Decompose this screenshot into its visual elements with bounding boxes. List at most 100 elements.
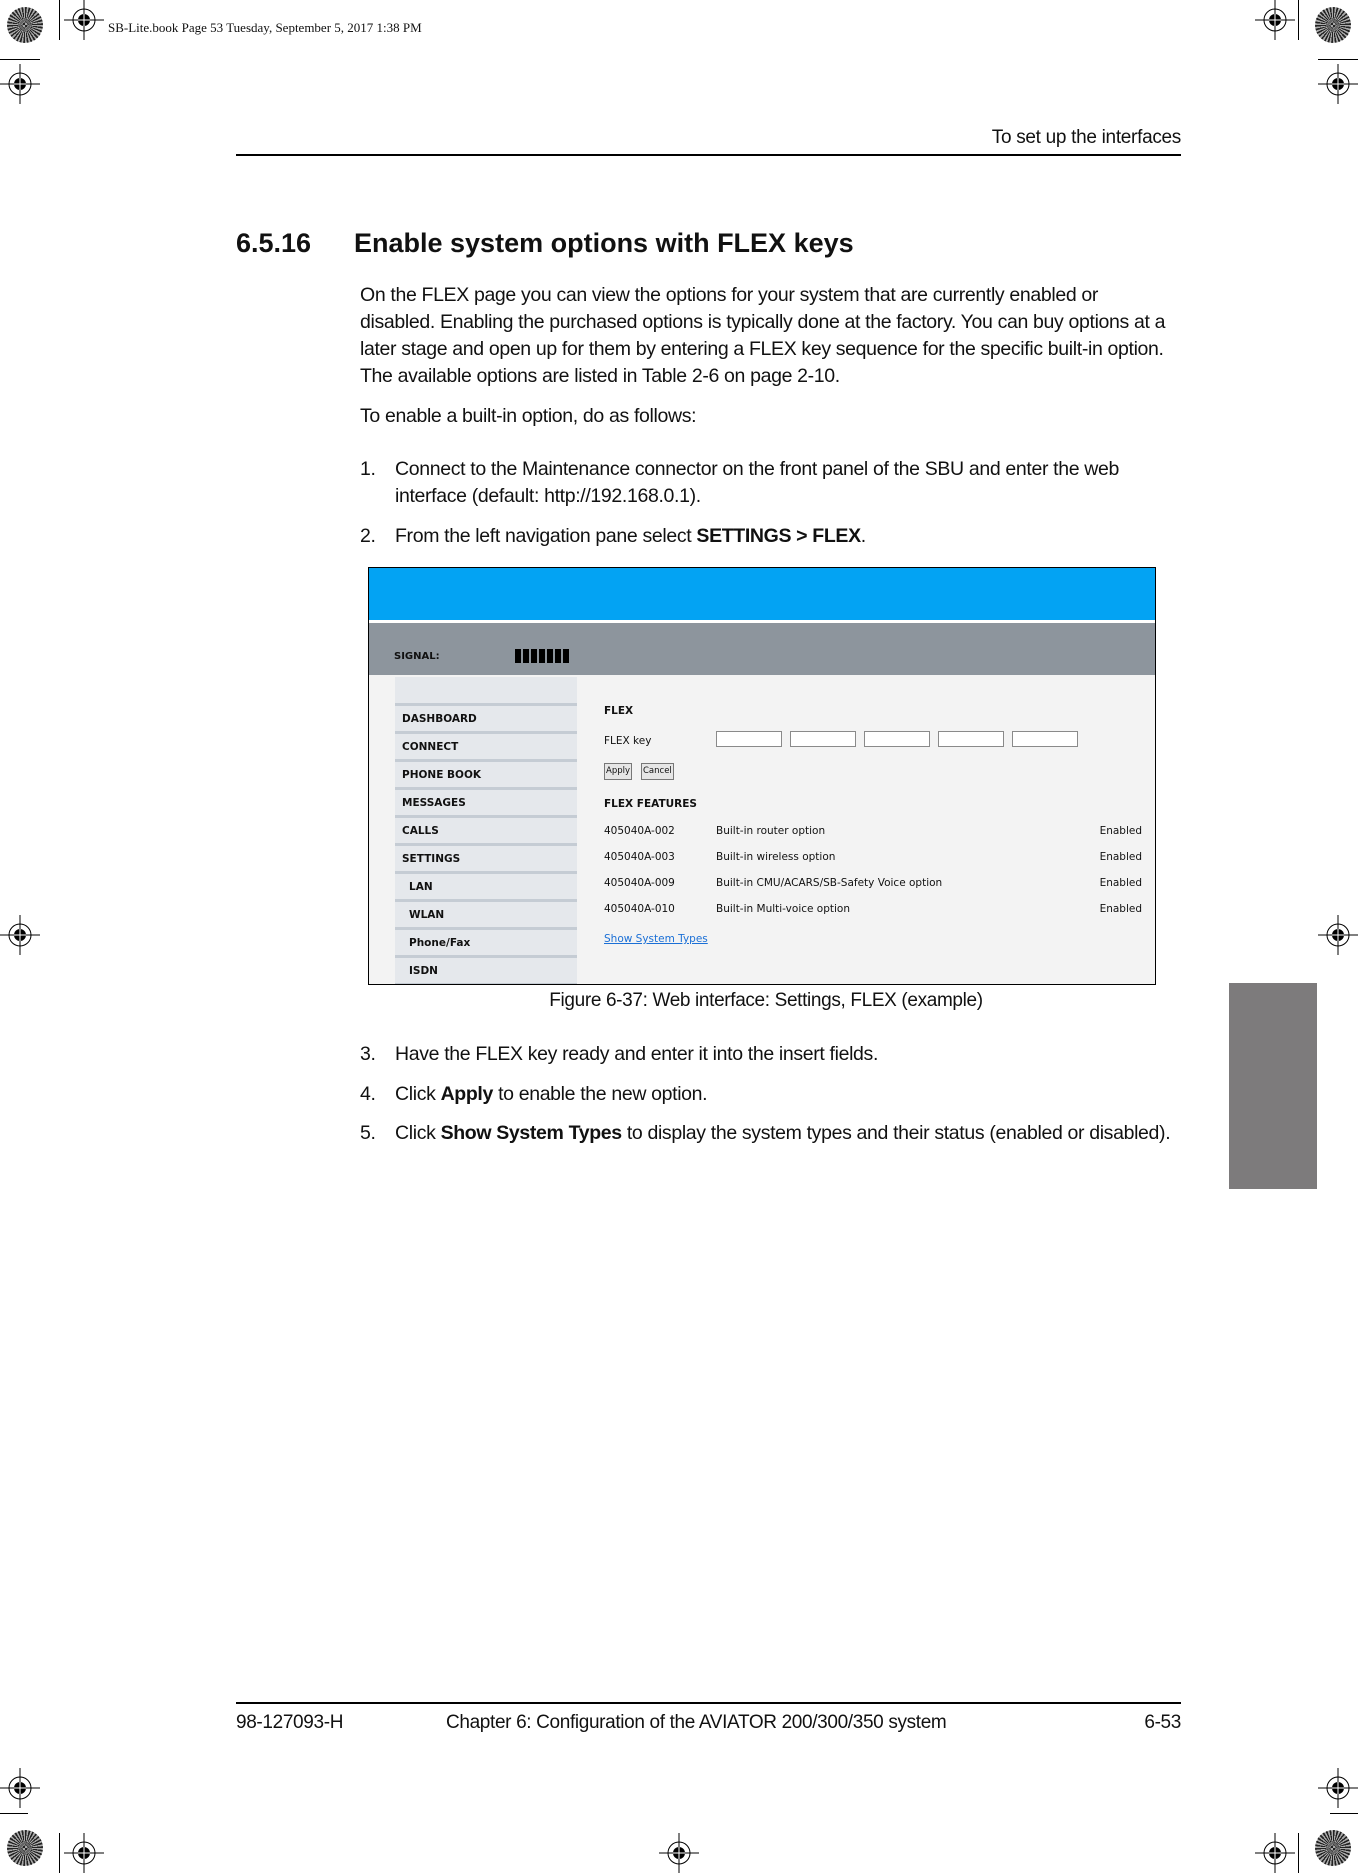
sidebar-item-settings[interactable]: SETTINGS xyxy=(395,846,577,874)
step-item: 5. Click Show System Types to display th… xyxy=(360,1120,1172,1147)
sidebar-item-dashboard[interactable]: DASHBOARD xyxy=(395,706,577,734)
sidebar-item-phone-fax[interactable]: Phone/Fax xyxy=(395,930,577,958)
step-text: Click xyxy=(395,1083,441,1105)
step-number: 4. xyxy=(360,1083,376,1105)
sidebar-item-phone-book[interactable]: PHONE BOOK xyxy=(395,762,577,790)
sidebar-item-messages[interactable]: MESSAGES xyxy=(395,790,577,818)
crop-line xyxy=(59,0,60,40)
signal-bar-segment xyxy=(523,649,529,663)
crop-line xyxy=(1318,59,1358,60)
color-bar-starburst-icon xyxy=(7,1830,43,1866)
step-item: 3. Have the FLEX key ready and enter it … xyxy=(360,1041,1172,1068)
footer-rule xyxy=(236,1702,1181,1704)
running-header: To set up the interfaces xyxy=(991,127,1182,148)
sidebar-item-isdn[interactable]: ISDN xyxy=(395,958,577,984)
flex-key-field-5[interactable] xyxy=(1012,731,1078,747)
sidebar-header xyxy=(395,677,577,706)
flex-key-fields xyxy=(716,731,1078,747)
registration-mark-icon xyxy=(1318,64,1358,104)
top-banner xyxy=(369,568,1155,620)
registration-mark-icon xyxy=(0,915,40,955)
intro-lead-in: To enable a built-in option, do as follo… xyxy=(360,405,697,427)
registration-mark-icon xyxy=(64,0,104,40)
show-system-types-link[interactable]: Show System Types xyxy=(604,933,708,945)
flex-key-field-1[interactable] xyxy=(716,731,782,747)
crop-line xyxy=(0,59,40,60)
color-bar-starburst-icon xyxy=(7,7,43,43)
feature-description: Built-in router option xyxy=(716,825,826,837)
step-number: 5. xyxy=(360,1122,376,1144)
step-text: From the left navigation pane select xyxy=(395,525,697,547)
registration-mark-icon xyxy=(0,1768,40,1808)
section-title: Enable system options with FLEX keys xyxy=(354,228,854,258)
registration-mark-icon xyxy=(1255,1833,1295,1873)
step-number: 1. xyxy=(360,458,376,480)
registration-mark-icon xyxy=(0,64,40,104)
crop-line xyxy=(59,1833,60,1873)
registration-mark-icon xyxy=(659,1833,699,1873)
flex-key-field-4[interactable] xyxy=(938,731,1004,747)
feature-description: Built-in Multi-voice option xyxy=(716,903,851,915)
feature-row: 405040A-009 Built-in CMU/ACARS/SB-Safety… xyxy=(604,877,1142,893)
sidebar-item-connect[interactable]: CONNECT xyxy=(395,734,577,762)
print-info: SB-Lite.book Page 53 Tuesday, September … xyxy=(108,20,422,35)
sidebar-item-lan[interactable]: LAN xyxy=(395,874,577,902)
feature-code: 405040A-002 xyxy=(604,825,675,837)
feature-status: Enabled xyxy=(1099,825,1142,837)
signal-bar: SIGNAL: xyxy=(369,623,1155,675)
apply-button[interactable]: Apply xyxy=(604,763,632,780)
step-text-after: to enable the new option. xyxy=(493,1083,708,1105)
signal-bar-segment xyxy=(515,649,521,663)
signal-bar-segment xyxy=(563,649,569,663)
registration-mark-icon xyxy=(64,1833,104,1873)
step-number: 3. xyxy=(360,1043,376,1065)
flex-key-field-2[interactable] xyxy=(790,731,856,747)
feature-status: Enabled xyxy=(1099,903,1142,915)
section-heading: 6.5.16 Enable system options with FLEX ke… xyxy=(236,228,854,259)
step-text: Have the FLEX key ready and enter it int… xyxy=(395,1043,879,1065)
step-item: 1. Connect to the Maintenance connector … xyxy=(360,456,1172,510)
registration-mark-icon xyxy=(1318,915,1358,955)
crop-line xyxy=(1298,1833,1299,1873)
figure-caption: Figure 6-37: Web interface: Settings, FL… xyxy=(549,990,983,1011)
footer-doc-number: 98-127093-H xyxy=(236,1712,344,1733)
nav-sidebar: DASHBOARD CONNECT PHONE BOOK MESSAGES CA… xyxy=(395,677,577,984)
intro-paragraph: On the FLEX page you can view the option… xyxy=(360,284,1166,387)
sidebar-item-calls[interactable]: CALLS xyxy=(395,818,577,846)
registration-mark-icon xyxy=(1255,0,1295,40)
sidebar-item-wlan[interactable]: WLAN xyxy=(395,902,577,930)
step-bold: SETTINGS > FLEX xyxy=(696,525,861,547)
feature-status: Enabled xyxy=(1099,877,1142,889)
crop-line xyxy=(1330,1813,1358,1814)
feature-row: 405040A-010 Built-in Multi-voice option … xyxy=(604,903,1142,919)
signal-bar-segment xyxy=(555,649,561,663)
signal-bar-segment xyxy=(531,649,537,663)
header-rule xyxy=(236,154,1181,156)
step-text: Connect to the Maintenance connector on … xyxy=(395,458,1120,507)
feature-status: Enabled xyxy=(1099,851,1142,863)
flex-title: FLEX xyxy=(604,705,634,717)
cancel-button[interactable]: Cancel xyxy=(641,763,674,780)
section-number: 6.5.16 xyxy=(236,228,312,258)
step-number: 2. xyxy=(360,525,376,547)
step-item: 4. Click Apply to enable the new option. xyxy=(360,1081,1172,1108)
flex-key-label: FLEX key xyxy=(604,735,652,747)
web-interface-screenshot: SIGNAL: DASHBOARD CONNECT PHONE BOOK MES… xyxy=(368,567,1156,985)
step-text: Click xyxy=(395,1122,441,1144)
footer-chapter: Chapter 6: Configuration of the AVIATOR … xyxy=(446,1712,947,1733)
step-text-after: . xyxy=(860,525,866,547)
feature-description: Built-in CMU/ACARS/SB-Safety Voice optio… xyxy=(716,877,943,889)
flex-key-field-3[interactable] xyxy=(864,731,930,747)
feature-description: Built-in wireless option xyxy=(716,851,836,863)
signal-bar-segment xyxy=(547,649,553,663)
footer-page-number: 6-53 xyxy=(1144,1712,1181,1733)
registration-mark-icon xyxy=(1318,1768,1358,1808)
feature-code: 405040A-009 xyxy=(604,877,675,889)
feature-row: 405040A-002 Built-in router option Enabl… xyxy=(604,825,1142,841)
feature-row: 405040A-003 Built-in wireless option Ena… xyxy=(604,851,1142,867)
step-bold: Apply xyxy=(440,1083,494,1105)
feature-code: 405040A-010 xyxy=(604,903,675,915)
color-bar-starburst-icon xyxy=(1315,7,1351,43)
step-text-after: to display the system types and their st… xyxy=(621,1122,1171,1144)
signal-strength-indicator xyxy=(515,649,569,663)
